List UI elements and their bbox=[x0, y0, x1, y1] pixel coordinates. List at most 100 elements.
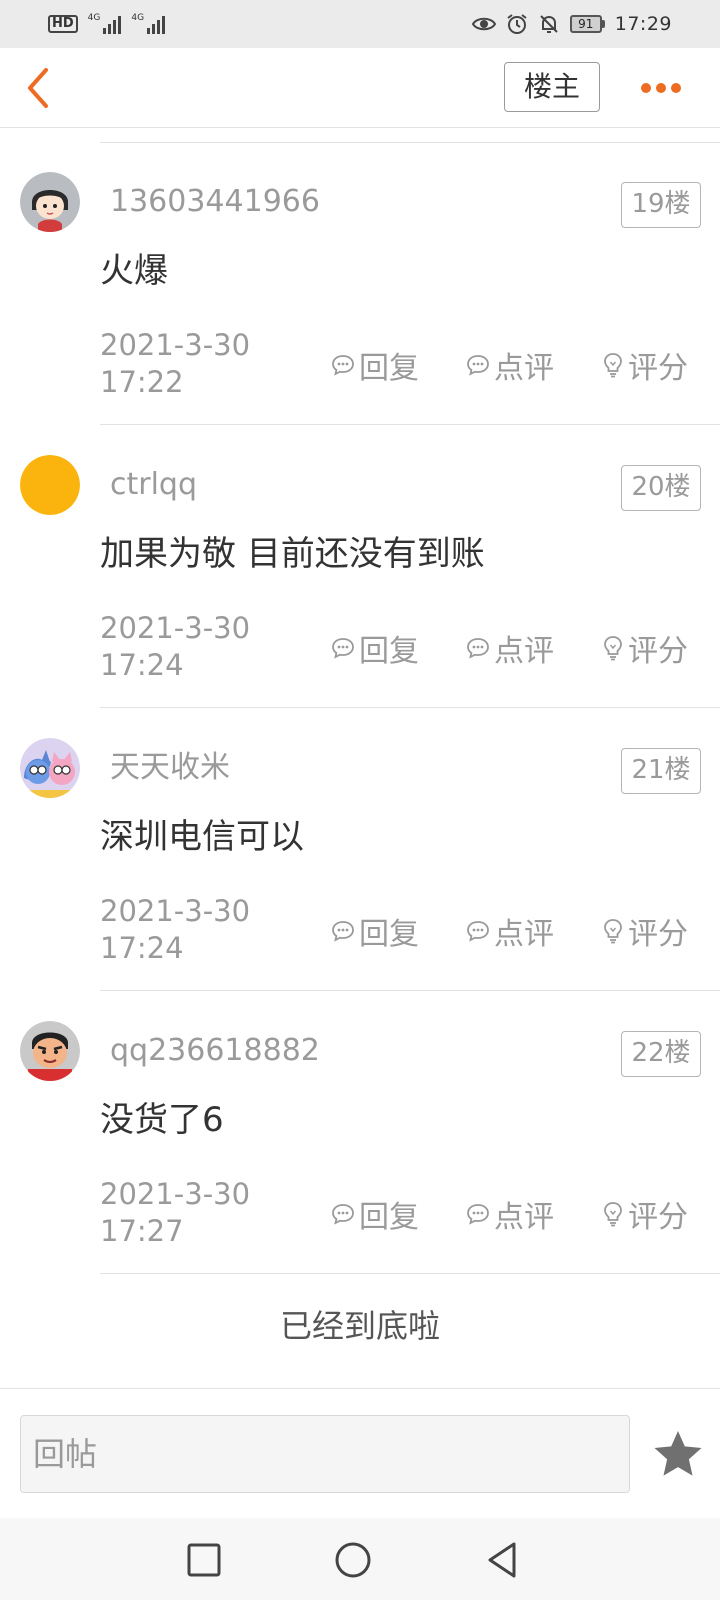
system-back-button[interactable] bbox=[482, 1540, 522, 1580]
username[interactable]: 13603441966 bbox=[110, 180, 320, 224]
eye-icon bbox=[471, 17, 496, 31]
post-content: 深圳电信可以 bbox=[100, 817, 304, 857]
post-content: 加果为敬 目前还没有到账 bbox=[100, 534, 485, 574]
chat-bubble-icon bbox=[332, 355, 354, 376]
cartoon-girl-avatar-icon bbox=[20, 172, 80, 232]
post-item: qq236618882 22楼 没货了6 2021-3-30 17:27 回复 … bbox=[0, 991, 720, 1274]
floor-badge: 21楼 bbox=[621, 748, 701, 794]
comment-label: 点评 bbox=[494, 351, 554, 386]
favorite-button[interactable] bbox=[650, 1427, 706, 1483]
rate-label: 评分 bbox=[628, 634, 688, 669]
floor-badge: 22楼 bbox=[621, 1031, 701, 1077]
alarm-icon bbox=[507, 14, 527, 34]
reply-button[interactable]: 回复 bbox=[331, 1194, 419, 1235]
end-of-list-text: 已经到底啦 bbox=[279, 1307, 440, 1345]
post-time: 17:27 bbox=[100, 1214, 184, 1248]
square-icon bbox=[187, 1543, 221, 1577]
back-button[interactable] bbox=[22, 64, 62, 112]
status-bar: HD 4G 4G 91 17:29 bbox=[0, 0, 720, 48]
signal-icon: 4G bbox=[88, 14, 122, 34]
more-dot bbox=[671, 83, 681, 93]
lightbulb-icon bbox=[604, 1202, 622, 1227]
reply-button[interactable]: 回复 bbox=[331, 911, 419, 952]
more-dot bbox=[641, 83, 651, 93]
battery-level: 91 bbox=[569, 15, 602, 33]
rate-label: 评分 bbox=[628, 351, 688, 386]
chat-bubble-icon bbox=[332, 638, 354, 659]
post-time: 17:22 bbox=[100, 365, 184, 399]
lightbulb-icon bbox=[604, 353, 622, 378]
post-content: 火爆 bbox=[100, 251, 168, 291]
comment-button[interactable]: 点评 bbox=[466, 345, 554, 386]
triangle-back-icon bbox=[488, 1542, 516, 1578]
avatar[interactable] bbox=[20, 738, 80, 798]
rate-button[interactable]: 评分 bbox=[602, 1194, 688, 1235]
post-time: 17:24 bbox=[100, 648, 184, 682]
more-button[interactable] bbox=[636, 68, 686, 108]
comment-label: 点评 bbox=[494, 917, 554, 952]
username[interactable]: ctrlqq bbox=[110, 463, 197, 507]
comment-button[interactable]: 点评 bbox=[466, 1194, 554, 1235]
chat-bubble-icon bbox=[467, 355, 489, 376]
avatar[interactable] bbox=[20, 172, 80, 232]
chat-bubble-icon bbox=[467, 921, 489, 942]
reply-label: 回复 bbox=[359, 351, 419, 386]
reply-bar bbox=[0, 1388, 720, 1518]
hd-indicator: HD bbox=[48, 15, 78, 33]
comment-button[interactable]: 点评 bbox=[466, 628, 554, 669]
rate-label: 评分 bbox=[628, 917, 688, 952]
cartoon-face-avatar-icon bbox=[20, 1021, 80, 1081]
floor-badge: 19楼 bbox=[621, 182, 701, 228]
reply-input[interactable] bbox=[20, 1415, 630, 1493]
chat-bubble-icon bbox=[332, 1204, 354, 1225]
chat-bubble-icon bbox=[332, 921, 354, 942]
chevron-left-icon bbox=[28, 68, 48, 108]
post-datetime: 2021-3-30 17:22 bbox=[100, 327, 280, 401]
avatar[interactable] bbox=[20, 1021, 80, 1081]
chat-bubble-icon bbox=[467, 1204, 489, 1225]
post-date: 2021-3-30 bbox=[100, 894, 251, 928]
username[interactable]: 天天收米 bbox=[110, 746, 230, 790]
orange-circle-avatar-icon bbox=[20, 455, 80, 515]
comment-button[interactable]: 点评 bbox=[466, 911, 554, 952]
reply-label: 回复 bbox=[359, 634, 419, 669]
status-time: 17:29 bbox=[614, 13, 672, 35]
cartoon-cats-avatar-icon bbox=[20, 738, 80, 798]
post-item: 13603441966 19楼 火爆 2021-3-30 17:22 回复 点评 bbox=[0, 142, 720, 425]
reply-button[interactable]: 回复 bbox=[331, 345, 419, 386]
comment-label: 点评 bbox=[494, 634, 554, 669]
rate-label: 评分 bbox=[628, 1200, 688, 1235]
post-content: 没货了6 bbox=[100, 1100, 224, 1140]
floor-badge: 20楼 bbox=[621, 465, 701, 511]
reply-label: 回复 bbox=[359, 917, 419, 952]
reply-label: 回复 bbox=[359, 1200, 419, 1235]
circle-icon bbox=[335, 1542, 371, 1578]
avatar[interactable] bbox=[20, 455, 80, 515]
chat-bubble-icon bbox=[467, 638, 489, 659]
post-date: 2021-3-30 bbox=[100, 1177, 251, 1211]
post-date: 2021-3-30 bbox=[100, 328, 251, 362]
post-datetime: 2021-3-30 17:24 bbox=[100, 893, 280, 967]
star-icon bbox=[654, 1431, 702, 1476]
network-type-label: 4G bbox=[87, 13, 101, 23]
recents-button[interactable] bbox=[184, 1540, 224, 1580]
rate-button[interactable]: 评分 bbox=[602, 628, 688, 669]
post-date: 2021-3-30 bbox=[100, 611, 251, 645]
system-nav-bar bbox=[0, 1518, 720, 1600]
host-only-button[interactable]: 楼主 bbox=[504, 62, 600, 112]
rate-button[interactable]: 评分 bbox=[602, 345, 688, 386]
rate-button[interactable]: 评分 bbox=[602, 911, 688, 952]
reply-button[interactable]: 回复 bbox=[331, 628, 419, 669]
lightbulb-icon bbox=[604, 919, 622, 944]
battery-icon: 91 bbox=[569, 15, 605, 33]
post-item: ctrlqq 20楼 加果为敬 目前还没有到账 2021-3-30 17:24 … bbox=[0, 425, 720, 708]
app-header: 楼主 bbox=[0, 48, 720, 128]
network-type-label: 4G bbox=[131, 13, 145, 23]
post-datetime: 2021-3-30 17:27 bbox=[100, 1176, 280, 1250]
home-button[interactable] bbox=[333, 1540, 373, 1580]
signal-icon: 4G bbox=[131, 13, 166, 34]
comment-label: 点评 bbox=[494, 1200, 554, 1235]
username[interactable]: qq236618882 bbox=[110, 1029, 320, 1073]
post-time: 17:24 bbox=[100, 931, 184, 965]
post-item: 天天收米 21楼 深圳电信可以 2021-3-30 17:24 回复 点评 评分 bbox=[0, 708, 720, 991]
